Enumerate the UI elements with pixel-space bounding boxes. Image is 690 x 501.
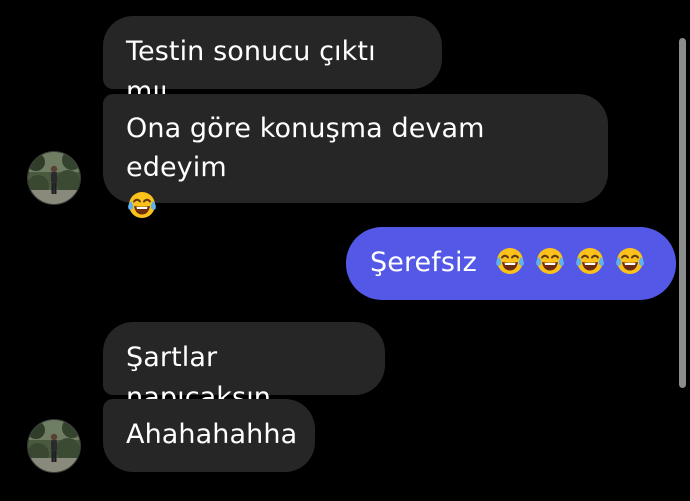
message-bubble-incoming[interactable]: Ona göre konuşma devam edeyim — [103, 94, 608, 218]
face-with-tears-of-joy-icon — [494, 245, 526, 277]
avatar[interactable] — [28, 420, 80, 472]
face-with-tears-of-joy-icon — [574, 245, 606, 277]
avatar[interactable] — [28, 152, 80, 204]
message-text: Ahahahahha — [126, 419, 298, 450]
face-with-tears-of-joy-icon — [534, 245, 566, 277]
chat-thread[interactable]: Testin sonucu çıktı mıı Ona göre konuşma… — [0, 0, 690, 501]
message-bubble-incoming[interactable]: Şartlar napıcaksın — [103, 322, 385, 413]
message-bubble-incoming[interactable]: Testin sonucu çıktı mıı — [103, 16, 442, 107]
message-bubble-incoming[interactable]: Ahahahahha — [103, 399, 315, 472]
face-with-tears-of-joy-icon — [614, 245, 646, 277]
message-text: Şerefsiz — [370, 247, 477, 278]
message-bubble-outgoing[interactable]: Şerefsiz — [346, 227, 676, 300]
message-text: Ona göre konuşma devam edeyim — [126, 113, 485, 183]
face-with-tears-of-joy-icon — [126, 189, 158, 221]
scrollbar[interactable] — [679, 38, 686, 388]
